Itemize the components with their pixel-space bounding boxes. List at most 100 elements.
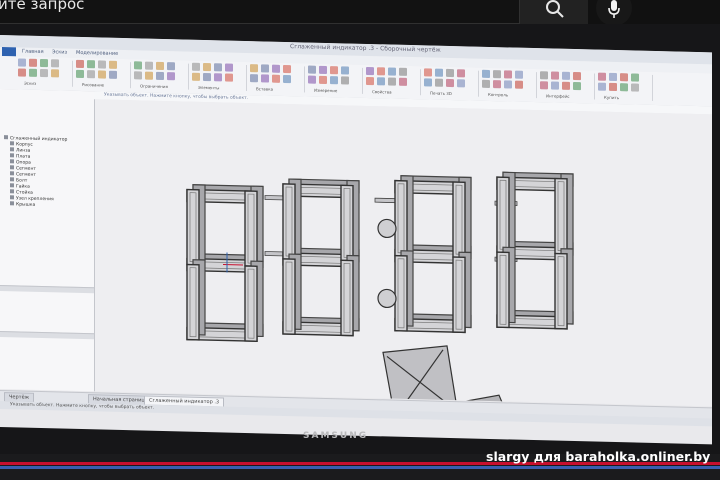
ribbon-tool-icon[interactable] xyxy=(573,72,581,81)
ribbon-tool-icon[interactable] xyxy=(504,80,512,89)
ribbon-tool-icon[interactable] xyxy=(134,71,142,80)
ribbon-tool-icon[interactable] xyxy=(457,79,465,88)
ribbon-tab[interactable]: Моделирование xyxy=(76,50,118,57)
ribbon-tool-icon[interactable] xyxy=(29,68,37,77)
ribbon-tool-icon[interactable] xyxy=(540,71,548,80)
ribbon-tool-icon[interactable] xyxy=(562,81,570,90)
ribbon-tool-icon[interactable] xyxy=(609,82,617,92)
ribbon-group: Интерфейс xyxy=(540,71,592,100)
3d-viewport[interactable] xyxy=(95,99,712,430)
ribbon-tool-icon[interactable] xyxy=(18,68,26,77)
ribbon-tool-icon[interactable] xyxy=(40,68,48,78)
ribbon-tool-icon[interactable] xyxy=(261,74,269,83)
ribbon-tool-icon[interactable] xyxy=(435,68,443,77)
ribbon-tool-icon[interactable] xyxy=(562,71,570,80)
ribbon-tool-icon[interactable] xyxy=(540,81,548,90)
file-tab[interactable] xyxy=(2,47,16,57)
ribbon-tool-icon[interactable] xyxy=(341,66,349,75)
ribbon-tool-icon[interactable] xyxy=(551,81,559,90)
ribbon-tab[interactable]: Главная xyxy=(22,49,44,56)
ribbon-tool-icon[interactable] xyxy=(192,62,200,71)
ribbon-tool-icon[interactable] xyxy=(214,63,222,72)
ribbon-tool-icon[interactable] xyxy=(109,70,117,79)
ribbon-tool-icon[interactable] xyxy=(203,62,211,72)
ribbon-tool-icon[interactable] xyxy=(457,69,465,78)
ribbon-tool-icon[interactable] xyxy=(76,59,84,69)
ribbon-tool-icon[interactable] xyxy=(620,83,628,92)
ribbon-tool-icon[interactable] xyxy=(609,72,617,82)
ribbon-tool-icon[interactable] xyxy=(272,64,280,73)
ribbon-tool-icon[interactable] xyxy=(98,70,106,79)
ribbon-tool-icon[interactable] xyxy=(319,75,327,84)
ribbon-tool-icon[interactable] xyxy=(145,61,153,70)
ribbon-tool-icon[interactable] xyxy=(388,67,396,76)
ribbon-tool-icon[interactable] xyxy=(366,66,374,76)
ribbon-tool-icon[interactable] xyxy=(51,69,59,78)
ribbon-tool-icon[interactable] xyxy=(620,73,628,82)
ribbon-tool-icon[interactable] xyxy=(482,69,490,78)
ribbon-tool-icon[interactable] xyxy=(377,67,385,76)
ribbon-tool-icon[interactable] xyxy=(493,70,501,79)
ribbon-tab[interactable]: Эскиз xyxy=(52,49,67,55)
ribbon-tool-icon[interactable] xyxy=(341,76,349,85)
ribbon-tool-icon[interactable] xyxy=(192,72,200,81)
search-button[interactable] xyxy=(520,0,588,25)
ribbon-tool-icon[interactable] xyxy=(631,73,639,82)
ribbon-tool-icon[interactable] xyxy=(515,80,523,89)
ribbon-tool-icon[interactable] xyxy=(377,77,385,86)
ribbon-tool-icon[interactable] xyxy=(551,71,559,80)
ribbon-tool-icon[interactable] xyxy=(424,68,432,77)
ribbon-tool-icon[interactable] xyxy=(308,75,316,84)
ribbon-tool-icon[interactable] xyxy=(399,77,407,86)
ribbon-tool-icon[interactable] xyxy=(225,73,233,82)
ribbon-tool-icon[interactable] xyxy=(446,68,454,78)
ribbon-tool-icon[interactable] xyxy=(573,82,581,91)
ribbon-tool-icon[interactable] xyxy=(366,76,374,86)
ribbon-tool-icon[interactable] xyxy=(399,67,407,76)
segment-upper-left xyxy=(394,179,408,257)
ribbon-tool-icon[interactable] xyxy=(134,61,142,70)
ribbon-tool-icon[interactable] xyxy=(493,80,501,89)
ribbon-tool-icon[interactable] xyxy=(250,74,258,83)
ribbon-tool-icon[interactable] xyxy=(598,72,606,81)
ribbon-tool-icon[interactable] xyxy=(51,59,59,68)
ribbon-tool-icon[interactable] xyxy=(29,58,37,67)
ribbon-tool-icon[interactable] xyxy=(330,66,338,75)
ribbon-tool-icon[interactable] xyxy=(272,74,280,83)
ribbon-tool-icon[interactable] xyxy=(330,76,338,85)
ribbon-tool-icon[interactable] xyxy=(283,74,291,84)
ribbon-tool-icon[interactable] xyxy=(261,64,269,73)
ribbon-tool-icon[interactable] xyxy=(446,78,454,88)
ribbon-tool-icon[interactable] xyxy=(156,71,164,81)
voice-search-button[interactable] xyxy=(596,0,632,26)
ribbon-tool-icon[interactable] xyxy=(308,65,316,74)
ribbon-tool-icon[interactable] xyxy=(145,71,153,80)
ribbon-tool-icon[interactable] xyxy=(435,78,443,87)
ribbon-tool-icon[interactable] xyxy=(388,77,396,86)
ribbon-tool-icon[interactable] xyxy=(631,83,639,92)
ribbon-tool-icon[interactable] xyxy=(109,60,117,69)
ribbon-tool-icon[interactable] xyxy=(76,69,84,79)
ribbon-tool-icon[interactable] xyxy=(167,62,175,71)
ribbon-tool-icon[interactable] xyxy=(87,60,95,69)
ribbon-tool-icon[interactable] xyxy=(283,64,291,74)
ribbon-group-label: Вставка xyxy=(256,86,273,92)
ribbon-tool-icon[interactable] xyxy=(40,58,48,68)
ribbon-tool-icon[interactable] xyxy=(504,70,512,79)
ribbon-tool-icon[interactable] xyxy=(156,61,164,71)
ribbon-tool-icon[interactable] xyxy=(203,72,211,82)
ribbon-tool-icon[interactable] xyxy=(598,82,606,91)
ribbon-tool-icon[interactable] xyxy=(87,70,95,79)
search-input[interactable]: ите запрос xyxy=(0,0,520,24)
ribbon-tool-icon[interactable] xyxy=(319,65,327,74)
ribbon-tool-icon[interactable] xyxy=(250,64,258,73)
ribbon-tool-icon[interactable] xyxy=(515,70,523,79)
ribbon-tool-icon[interactable] xyxy=(482,79,490,88)
tree-item[interactable]: Крышка xyxy=(10,201,35,208)
ribbon-tool-icon[interactable] xyxy=(214,73,222,82)
ribbon-tool-icon[interactable] xyxy=(424,78,432,87)
ribbon-tool-icon[interactable] xyxy=(225,63,233,72)
ribbon-tool-icon[interactable] xyxy=(167,72,175,81)
ribbon-tool-icon[interactable] xyxy=(18,58,26,67)
ribbon-tool-icon[interactable] xyxy=(98,60,106,69)
